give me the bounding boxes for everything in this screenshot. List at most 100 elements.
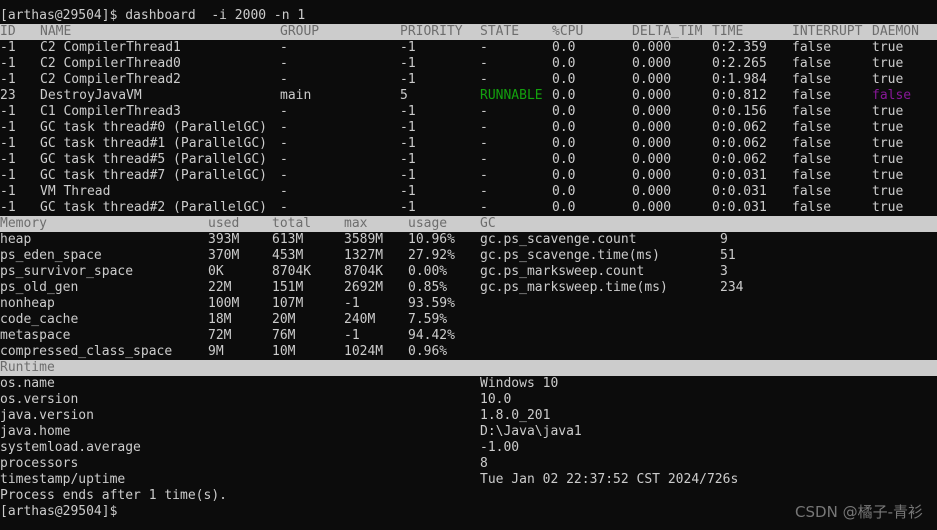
- thread-cell-state: -: [480, 56, 488, 71]
- thread-cell-time: 0:0.031: [712, 168, 767, 183]
- memory-cell-total: 613M: [272, 232, 304, 247]
- thread-cell-id: 23: [0, 88, 16, 103]
- memory-cell-usage: 93.59%: [408, 296, 455, 311]
- memory-cell-name: nonheap: [0, 296, 55, 311]
- thread-cell-name: GC task thread#5 (ParallelGC): [40, 152, 267, 167]
- thread-cell-name: GC task thread#1 (ParallelGC): [40, 136, 267, 151]
- thread-cell-delta-time: 0.000: [632, 168, 672, 183]
- watermark: CSDN @橘子-青衫: [795, 503, 923, 521]
- thread-cell-interrupt: false: [792, 168, 832, 183]
- thread-cell-cpu: 0.0: [552, 104, 576, 119]
- memory-cell-max: 1327M: [344, 248, 384, 263]
- thread-cell-name: C2 CompilerThread1: [40, 40, 181, 55]
- memory-col-header-used: used: [208, 216, 240, 231]
- thread-cell-delta-time: 0.000: [632, 56, 672, 71]
- memory-col-header-gc: GC: [480, 216, 496, 231]
- thread-cell-interrupt: false: [792, 184, 832, 199]
- thread-cell-id: -1: [0, 136, 16, 151]
- thread-cell-state: -: [480, 40, 488, 55]
- gc-metric-value: 51: [720, 248, 736, 263]
- thread-cell-cpu: 0.0: [552, 200, 576, 215]
- thread-cell-name: C1 CompilerThread3: [40, 104, 181, 119]
- runtime-key: java.home: [0, 424, 71, 439]
- runtime-key: systemload.average: [0, 440, 141, 455]
- memory-cell-used: 100M: [208, 296, 240, 311]
- memory-cell-total: 10M: [272, 344, 296, 359]
- thread-cell-delta-time: 0.000: [632, 152, 672, 167]
- memory-cell-name: ps_survivor_space: [0, 264, 134, 279]
- runtime-key: java.version: [0, 408, 94, 423]
- thread-cell-interrupt: false: [792, 136, 832, 151]
- thread-cell-state: -: [480, 104, 488, 119]
- thread-cell-group: -: [280, 104, 288, 119]
- thread-cell-name: VM Thread: [40, 184, 111, 199]
- thread-cell-daemon: true: [872, 136, 904, 151]
- thread-cell-state: -: [480, 136, 488, 151]
- thread-cell-delta-time: 0.000: [632, 88, 672, 103]
- thread-cell-name: DestroyJavaVM: [40, 88, 142, 103]
- thread-cell-delta-time: 0.000: [632, 184, 672, 199]
- thread-cell-daemon: true: [872, 184, 904, 199]
- thread-cell-priority: -1: [400, 152, 416, 167]
- runtime-key: processors: [0, 456, 79, 471]
- thread-cell-daemon: true: [872, 168, 904, 183]
- thread-cell-group: -: [280, 168, 288, 183]
- thread-cell-time: 0:1.984: [712, 72, 767, 87]
- memory-cell-usage: 0.96%: [408, 344, 448, 359]
- thread-cell-state: -: [480, 184, 488, 199]
- thread-cell-interrupt: false: [792, 120, 832, 135]
- thread-cell-time: 0:0.812: [712, 88, 767, 103]
- thread-cell-id: -1: [0, 168, 16, 183]
- runtime-key: os.name: [0, 376, 55, 391]
- thread-cell-delta-time: 0.000: [632, 72, 672, 87]
- thread-cell-id: -1: [0, 104, 16, 119]
- thread-cell-time: 0:2.265: [712, 56, 767, 71]
- thread-cell-name: C2 CompilerThread0: [40, 56, 181, 71]
- memory-cell-max: 3589M: [344, 232, 384, 247]
- memory-cell-usage: 7.59%: [408, 312, 448, 327]
- thread-cell-id: -1: [0, 200, 16, 215]
- thread-cell-time: 0:0.031: [712, 200, 767, 215]
- memory-cell-name: ps_eden_space: [0, 248, 102, 263]
- memory-cell-usage: 10.96%: [408, 232, 455, 247]
- thread-cell-state: -: [480, 72, 488, 87]
- thread-cell-interrupt: false: [792, 200, 832, 215]
- memory-cell-usage: 0.00%: [408, 264, 448, 279]
- memory-cell-used: 0K: [208, 264, 224, 279]
- thread-cell-state: -: [480, 200, 488, 215]
- runtime-value: 10.0: [480, 392, 512, 407]
- gc-metric-value: 9: [720, 232, 728, 247]
- thread-col-header-group: GROUP: [280, 24, 320, 39]
- command-prompt-bottom[interactable]: [arthas@29504]$: [0, 504, 118, 520]
- runtime-key: os.version: [0, 392, 79, 407]
- thread-cell-delta-time: 0.000: [632, 40, 672, 55]
- memory-col-header-name: Memory: [0, 216, 47, 231]
- thread-col-header-delta-time: DELTA_TIM: [632, 24, 703, 39]
- memory-cell-used: 9M: [208, 344, 224, 359]
- thread-cell-time: 0:0.062: [712, 152, 767, 167]
- thread-cell-group: -: [280, 184, 288, 199]
- runtime-value: 8: [480, 456, 488, 471]
- thread-cell-priority: 5: [400, 88, 408, 103]
- thread-cell-name: GC task thread#2 (ParallelGC): [40, 200, 267, 215]
- runtime-value: D:\Java\java1: [480, 424, 582, 439]
- thread-cell-daemon: true: [872, 40, 904, 55]
- memory-cell-used: 18M: [208, 312, 232, 327]
- thread-col-header-state: STATE: [480, 24, 520, 39]
- memory-cell-max: 8704K: [344, 264, 384, 279]
- thread-cell-delta-time: 0.000: [632, 200, 672, 215]
- memory-cell-name: metaspace: [0, 328, 71, 343]
- gc-metric-name: gc.ps_scavenge.time(ms): [480, 248, 661, 263]
- thread-cell-group: main: [280, 88, 312, 103]
- thread-cell-interrupt: false: [792, 40, 832, 55]
- thread-col-header-daemon: DAEMON: [872, 24, 919, 39]
- thread-cell-id: -1: [0, 40, 16, 55]
- thread-cell-time: 0:0.031: [712, 184, 767, 199]
- thread-cell-cpu: 0.0: [552, 72, 576, 87]
- memory-cell-max: -1: [344, 328, 360, 343]
- memory-cell-max: -1: [344, 296, 360, 311]
- thread-cell-cpu: 0.0: [552, 136, 576, 151]
- memory-cell-used: 393M: [208, 232, 240, 247]
- memory-cell-total: 151M: [272, 280, 304, 295]
- thread-cell-priority: -1: [400, 168, 416, 183]
